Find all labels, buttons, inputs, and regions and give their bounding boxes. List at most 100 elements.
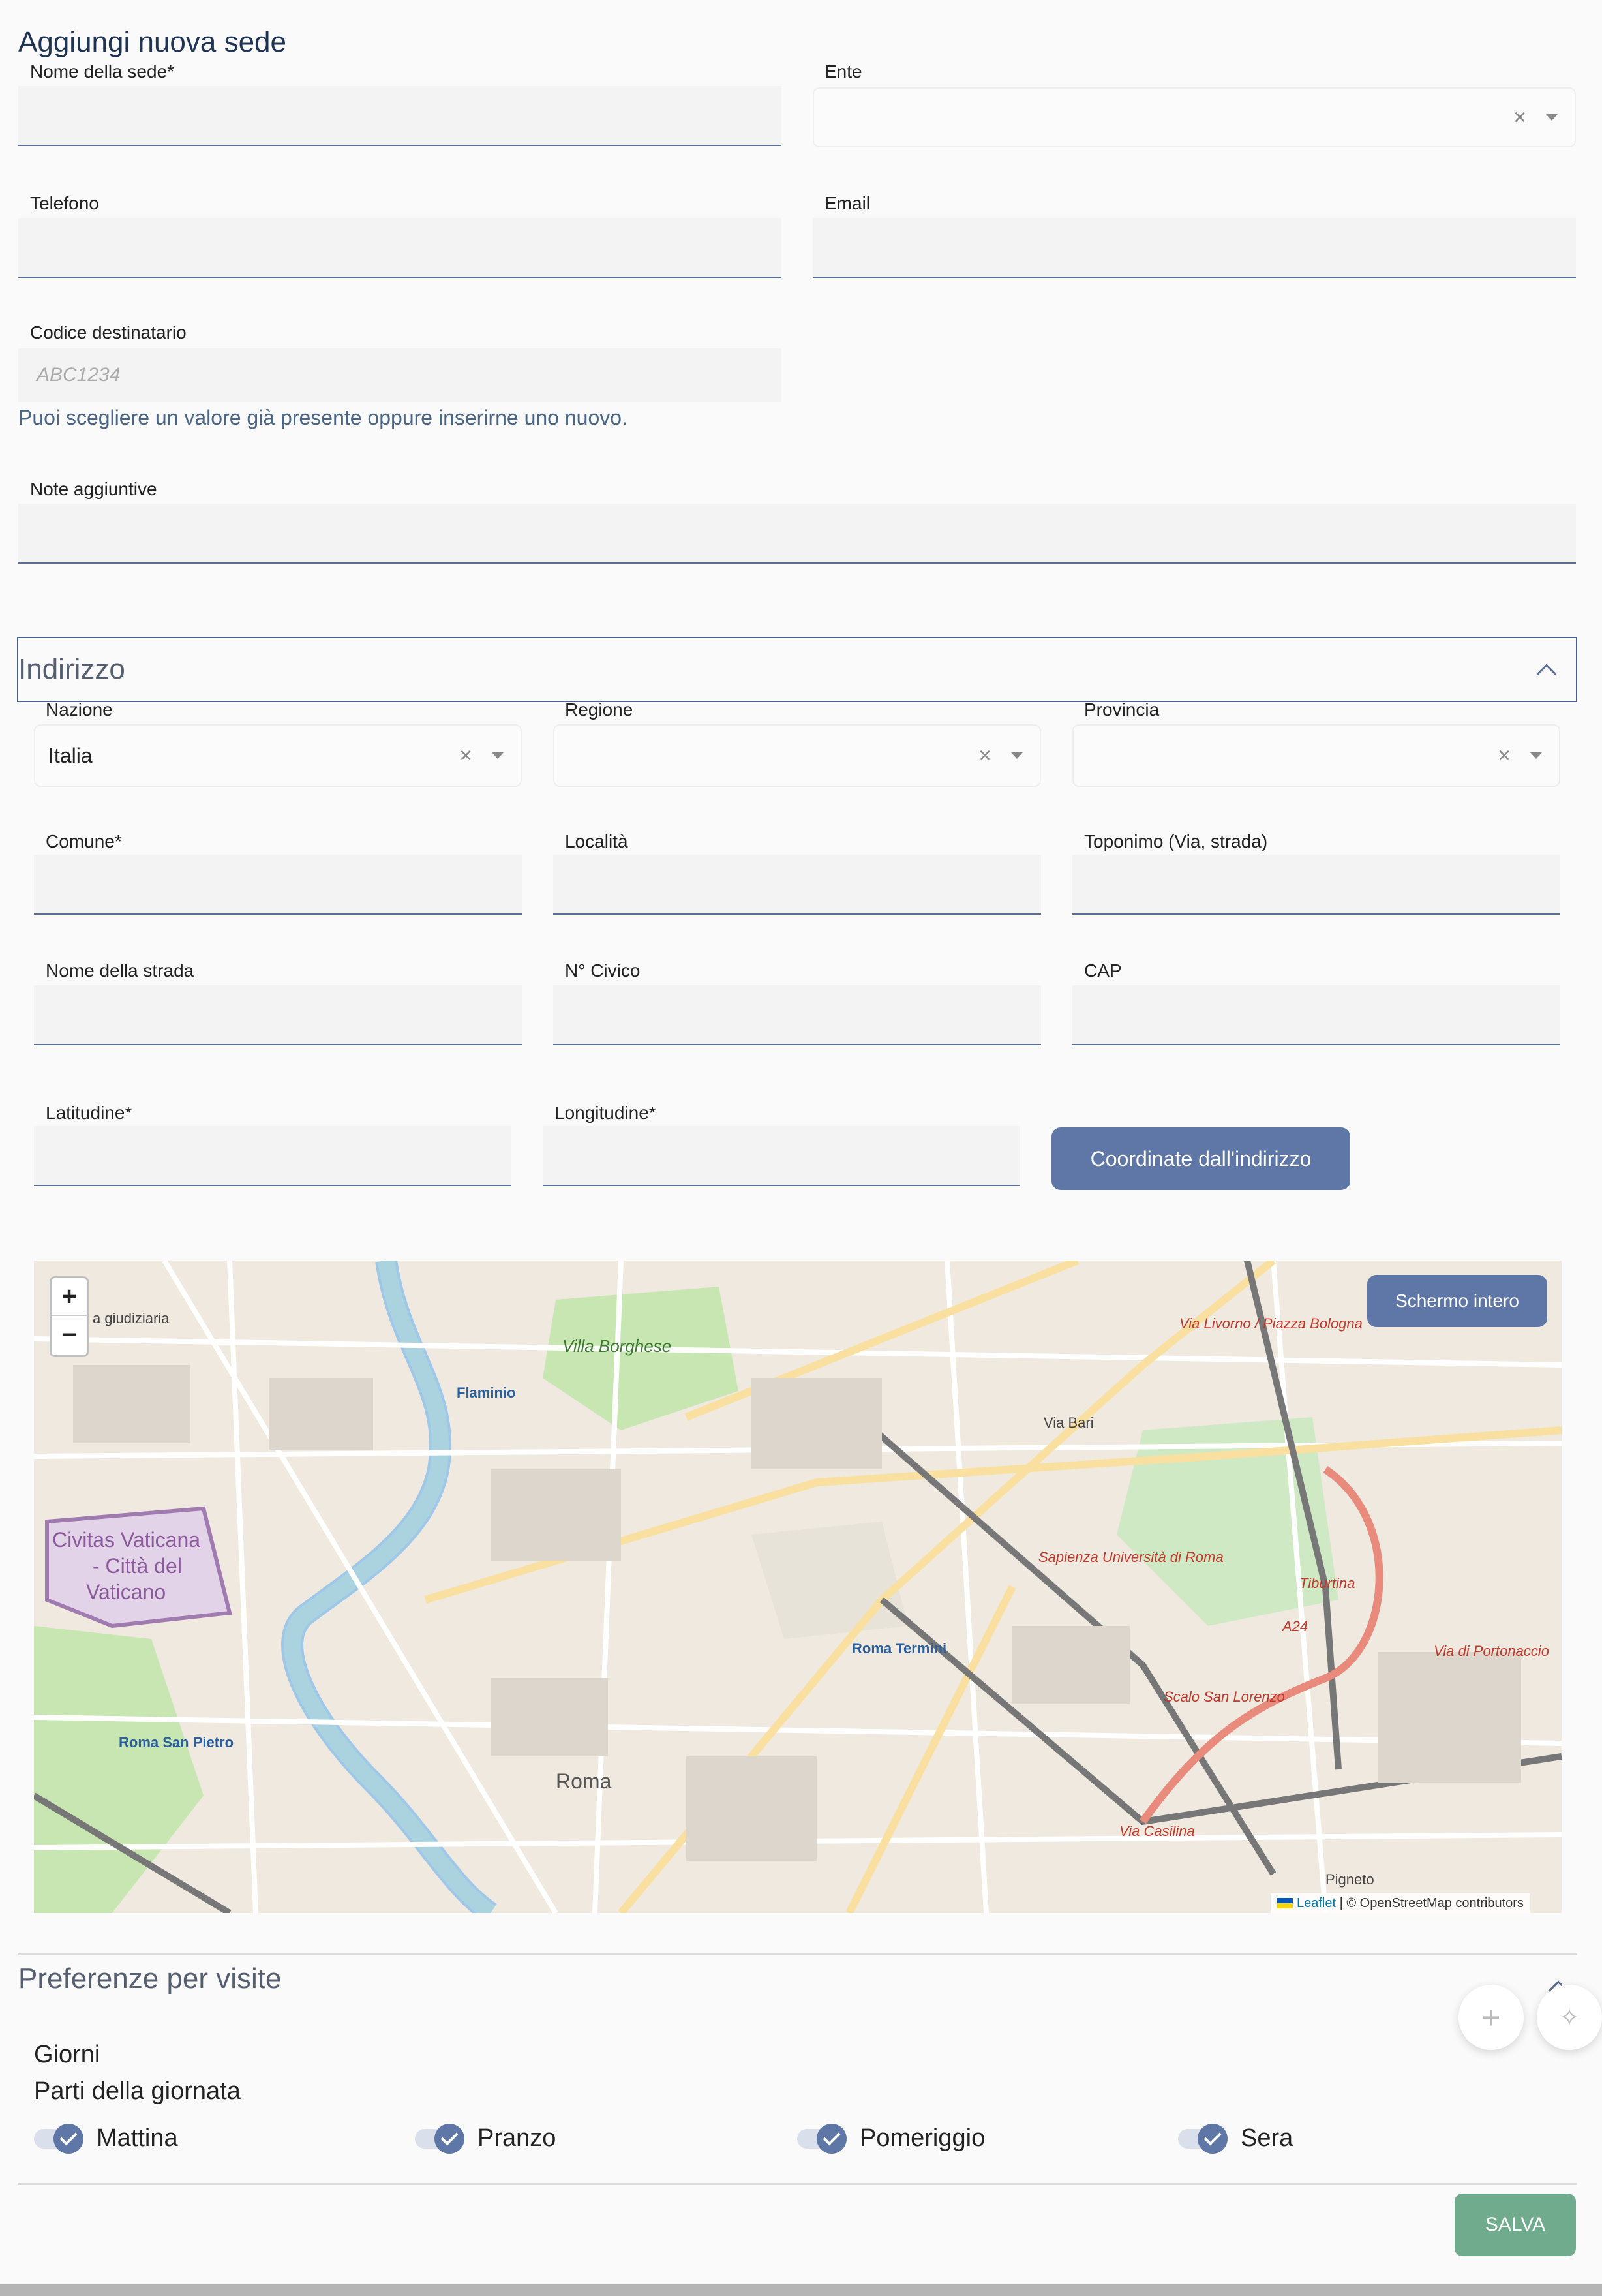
preferenze-title[interactable]: Preferenze per visite (18, 1963, 282, 1995)
map-label: Via Casilina (1119, 1823, 1195, 1839)
email-label: Email (824, 193, 871, 213)
map-label: Civitas Vaticana (52, 1528, 201, 1552)
cap-label: CAP (1084, 960, 1122, 981)
map-label: Pigneto (1325, 1871, 1374, 1888)
toggle-mattina[interactable]: Mattina (34, 2123, 178, 2154)
ente-select[interactable]: × (813, 87, 1576, 147)
clear-icon[interactable]: × (978, 743, 991, 769)
giorni-label: Giorni (34, 2041, 100, 2068)
strada-label: Nome della strada (46, 960, 194, 981)
toggle-label: Sera (1241, 2124, 1293, 2152)
toggle-switch[interactable] (797, 2123, 847, 2154)
codice-placeholder: ABC1234 (37, 364, 121, 386)
localita-input[interactable] (553, 855, 1041, 915)
nazione-label: Nazione (46, 699, 113, 720)
attribution-text: | © OpenStreetMap contributors (1339, 1895, 1524, 1910)
section-divider (18, 1953, 1577, 1955)
codice-hint: Puoi scegliere un valore già presente op… (18, 406, 627, 429)
map-label: Villa Borghese (562, 1336, 672, 1356)
zoom-in-button[interactable]: + (52, 1278, 87, 1316)
latitudine-input[interactable] (34, 1126, 511, 1186)
toggle-label: Mattina (97, 2124, 178, 2152)
nazione-select[interactable]: Italia × (34, 724, 522, 787)
cap-input[interactable] (1072, 985, 1560, 1045)
ente-label: Ente (824, 61, 862, 82)
bottom-bar (0, 2284, 1602, 2296)
nome-sede-input[interactable] (18, 86, 781, 146)
comune-input[interactable] (34, 855, 522, 915)
toggle-switch[interactable] (415, 2123, 464, 2154)
coordinate-button[interactable]: Coordinate dall'indirizzo (1051, 1127, 1350, 1190)
add-icon[interactable]: + (1458, 1985, 1524, 2050)
map-label: Roma San Pietro (119, 1734, 234, 1751)
check-icon (1198, 2123, 1228, 2154)
check-icon (434, 2123, 464, 2154)
toggle-switch[interactable] (1178, 2123, 1228, 2154)
map-label: Flaminio (457, 1385, 516, 1401)
leaflet-link[interactable]: Leaflet (1297, 1896, 1336, 1911)
map-label: Via Livorno / Piazza Bologna (1179, 1315, 1363, 1332)
save-button[interactable]: SALVA (1455, 2194, 1576, 2256)
provincia-select[interactable]: × (1072, 724, 1560, 787)
toggle-pranzo[interactable]: Pranzo (415, 2123, 556, 2154)
magic-icon[interactable]: ✧ (1537, 1985, 1602, 2050)
page-title: Aggiungi nuova sede (18, 26, 286, 58)
map-label: Sapienza Università di Roma (1038, 1549, 1224, 1565)
clear-icon[interactable]: × (1498, 743, 1511, 769)
note-input[interactable] (18, 504, 1576, 564)
nazione-value: Italia (48, 743, 93, 767)
toggle-switch[interactable] (34, 2123, 83, 2154)
map-label: Tiburtina (1299, 1575, 1355, 1591)
map-attribution: Leaflet | © OpenStreetMap contributors (1271, 1893, 1530, 1913)
chevron-down-icon[interactable] (492, 752, 504, 759)
parti-label: Parti della giornata (34, 2077, 241, 2105)
map[interactable]: a giudiziaria Civitas Vaticana - Città d… (34, 1261, 1562, 1913)
localita-label: Località (565, 831, 628, 851)
telefono-label: Telefono (30, 193, 99, 213)
nome-sede-label: Nome della sede* (30, 61, 175, 82)
fullscreen-button[interactable]: Schermo intero (1367, 1275, 1547, 1327)
map-label: Via Bari (1044, 1415, 1094, 1431)
map-label: a giudiziaria (93, 1310, 170, 1326)
codice-destinatario-input[interactable]: ABC1234 (18, 348, 781, 402)
toponimo-input[interactable] (1072, 855, 1560, 915)
map-zoom-control: + − (50, 1276, 89, 1357)
chevron-down-icon[interactable] (1530, 752, 1542, 759)
zoom-out-button[interactable]: − (52, 1316, 87, 1354)
check-icon (53, 2123, 83, 2154)
flag-icon (1277, 1898, 1293, 1908)
note-label: Note aggiuntive (30, 479, 157, 499)
section-divider (18, 2183, 1577, 2185)
toggle-label: Pomeriggio (860, 2124, 986, 2152)
map-label: Roma (556, 1769, 612, 1793)
map-label: - Città del (93, 1554, 182, 1578)
map-label: Vaticano (86, 1580, 166, 1604)
comune-label: Comune* (46, 831, 122, 851)
map-label: A24 (1282, 1618, 1308, 1634)
email-input[interactable] (813, 218, 1576, 278)
indirizzo-title: Indirizzo (18, 653, 125, 685)
chevron-down-icon[interactable] (1011, 752, 1023, 759)
longitudine-label: Longitudine* (554, 1103, 656, 1123)
check-icon (817, 2123, 847, 2154)
chevron-up-icon[interactable] (1536, 664, 1557, 684)
chevron-down-icon[interactable] (1546, 114, 1558, 121)
regione-select[interactable]: × (553, 724, 1041, 787)
map-label: Via di Portonaccio (1434, 1643, 1549, 1659)
regione-label: Regione (565, 699, 633, 720)
strada-input[interactable] (34, 985, 522, 1045)
civico-label: N° Civico (565, 960, 641, 981)
indirizzo-section-header[interactable]: Indirizzo (17, 637, 1577, 702)
clear-icon[interactable]: × (1513, 105, 1526, 130)
toggle-pomeriggio[interactable]: Pomeriggio (797, 2123, 986, 2154)
telefono-input[interactable] (18, 218, 781, 278)
toggle-sera[interactable]: Sera (1178, 2123, 1293, 2154)
codice-destinatario-label: Codice destinatario (30, 322, 187, 343)
civico-input[interactable] (553, 985, 1041, 1045)
toggle-label: Pranzo (477, 2124, 556, 2152)
longitudine-input[interactable] (543, 1126, 1020, 1186)
map-label: Roma Termini (852, 1640, 947, 1657)
clear-icon[interactable]: × (459, 743, 472, 769)
toponimo-label: Toponimo (Via, strada) (1084, 831, 1268, 851)
latitudine-label: Latitudine* (46, 1103, 132, 1123)
